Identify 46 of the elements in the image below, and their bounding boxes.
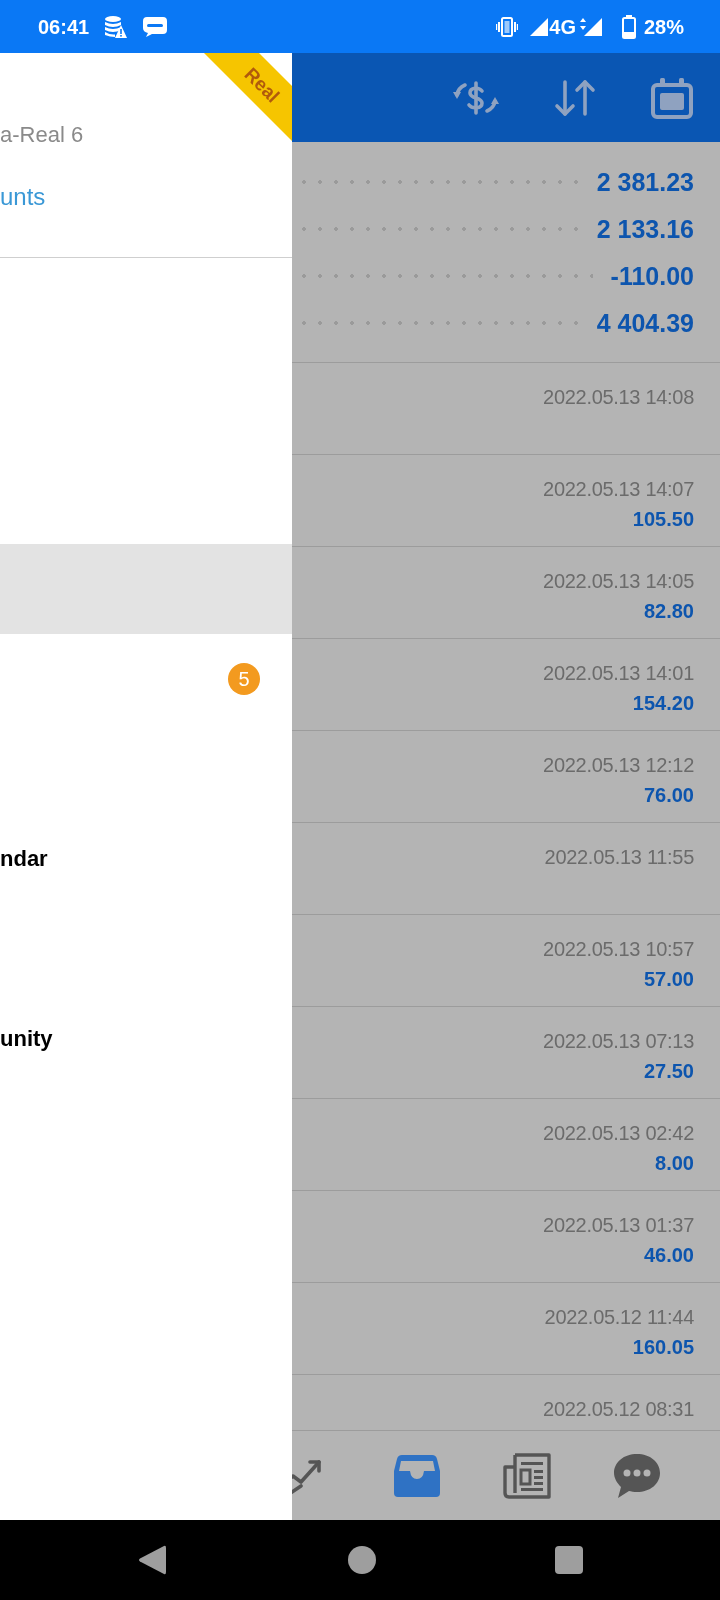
- network-type: 4G: [549, 14, 576, 39]
- history-amount: 76.00: [643, 783, 694, 807]
- recent-apps-icon[interactable]: [555, 1546, 583, 1574]
- history-time: 2022.05.13 10:57: [543, 937, 694, 961]
- calendar-icon[interactable]: [650, 76, 694, 119]
- count-badge: 5: [228, 663, 260, 695]
- inbox-icon[interactable]: [394, 1454, 440, 1497]
- history-amount: 160.05: [632, 1335, 694, 1359]
- battery-icon: [621, 14, 636, 39]
- history-amount: 27.50: [643, 1059, 694, 1083]
- status-time: 06:41: [38, 14, 90, 39]
- back-icon[interactable]: [138, 1544, 166, 1576]
- battery-percent: 28%: [643, 14, 684, 39]
- newspaper-icon[interactable]: [503, 1452, 551, 1499]
- chat-app-icon: [143, 16, 168, 37]
- history-time: 2022.05.13 14:01: [543, 661, 694, 685]
- signal-icon: [577, 17, 602, 36]
- account-name: a-Real 6: [0, 121, 84, 149]
- vibrate-icon: [496, 15, 519, 38]
- database-warning-icon: [105, 15, 128, 38]
- history-amount: 105.50: [632, 507, 694, 531]
- history-time: 2022.05.12 11:44: [544, 1305, 694, 1329]
- history-time: 2022.05.13 02:42: [543, 1121, 694, 1145]
- balance-value: 2 133.16: [596, 213, 694, 244]
- history-time: 2022.05.13 11:55: [544, 845, 694, 869]
- menu-item[interactable]: unity: [0, 1026, 53, 1052]
- history-amount: 8.00: [655, 1151, 694, 1175]
- balance-value: 4 404.39: [596, 307, 694, 338]
- chat-icon[interactable]: [614, 1453, 660, 1498]
- balance-value: -110.00: [610, 260, 694, 291]
- home-icon[interactable]: [348, 1546, 376, 1574]
- balance-value: 2 381.23: [596, 166, 694, 197]
- history-time: 2022.05.13 14:08: [543, 385, 694, 409]
- sort-icon[interactable]: [553, 77, 597, 118]
- history-amount: 82.80: [643, 599, 694, 623]
- history-time: 2022.05.13 14:05: [543, 569, 694, 593]
- history-time: 2022.05.13 07:13: [543, 1029, 694, 1053]
- history-amount: 46.00: [643, 1243, 694, 1267]
- history-amount: 57.00: [643, 967, 694, 991]
- history-amount: 154.20: [632, 691, 694, 715]
- history-time: 2022.05.13 12:12: [543, 753, 694, 777]
- menu-item[interactable]: ndar: [0, 846, 48, 872]
- history-time: 2022.05.13 14:07: [543, 477, 694, 501]
- history-time: 2022.05.12 08:31: [543, 1397, 694, 1421]
- history-time: 2022.05.13 01:37: [543, 1213, 694, 1237]
- signal-icon: [530, 17, 549, 36]
